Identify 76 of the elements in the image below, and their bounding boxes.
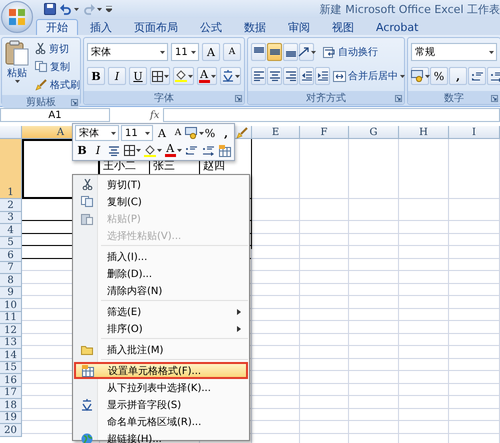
- ribbon-tab[interactable]: 公式: [190, 19, 232, 35]
- percent-button[interactable]: %: [430, 67, 448, 85]
- ribbon-tab[interactable]: 数据: [234, 19, 276, 35]
- comma-style-button[interactable]: ,: [219, 125, 233, 142]
- row-header[interactable]: 7: [0, 262, 22, 274]
- row-header[interactable]: 8: [0, 274, 22, 286]
- menu-item[interactable]: 排序(O): [74, 320, 248, 337]
- row-header[interactable]: 17: [0, 386, 22, 399]
- group-label: 数字: [444, 92, 464, 105]
- row-header[interactable]: 14: [0, 349, 22, 362]
- underline-button[interactable]: U: [129, 67, 147, 85]
- font-color-button[interactable]: A: [197, 67, 218, 85]
- font-size-field[interactable]: 11: [170, 43, 199, 61]
- menu-item[interactable]: 设置单元格格式(F)...: [74, 362, 248, 379]
- font-name-field[interactable]: 宋体: [75, 125, 119, 142]
- bold-button[interactable]: B: [75, 142, 89, 159]
- ribbon-tab[interactable]: 审阅: [278, 19, 320, 35]
- grow-font-button[interactable]: A: [202, 43, 220, 61]
- font-size-field[interactable]: 11: [121, 125, 153, 142]
- window-title: 新建 Microsoft Office Excel 工作表: [320, 2, 500, 16]
- row-header[interactable]: 3: [0, 212, 22, 224]
- row-header[interactable]: 6: [0, 249, 22, 262]
- bold-button[interactable]: B: [87, 67, 105, 85]
- shrink-font-button[interactable]: A: [223, 43, 241, 61]
- menu-item[interactable]: 超链接(H)...: [74, 430, 248, 443]
- row-header[interactable]: 11: [0, 312, 22, 324]
- shrink-font-button[interactable]: A: [171, 125, 185, 142]
- row-header[interactable]: 15: [0, 362, 22, 374]
- percent-button[interactable]: %: [203, 125, 217, 142]
- column-header[interactable]: G: [349, 126, 399, 139]
- group-label: 剪贴板: [26, 96, 56, 109]
- menu-item[interactable]: 筛选(E): [74, 303, 248, 320]
- name-box[interactable]: A1: [0, 108, 110, 122]
- row-header[interactable]: 5: [0, 236, 22, 249]
- menu-item[interactable]: 显示拼音字段(S): [74, 396, 248, 413]
- ribbon-command[interactable]: 格式刷: [32, 76, 83, 93]
- font-name-field[interactable]: 宋体: [87, 43, 168, 61]
- grow-font-button[interactable]: A: [155, 125, 169, 142]
- ribbon-command[interactable]: 剪切: [32, 40, 83, 57]
- ribbon-tab[interactable]: Acrobat: [366, 19, 428, 35]
- comma-style-button[interactable]: ,: [449, 67, 467, 85]
- row-header[interactable]: 9: [0, 286, 22, 299]
- italic-button[interactable]: I: [108, 67, 126, 85]
- ribbon-tab[interactable]: 视图: [322, 19, 364, 35]
- row-header[interactable]: 16: [0, 374, 22, 386]
- ribbon-tab[interactable]: 插入: [80, 19, 122, 35]
- row-header[interactable]: 19: [0, 412, 22, 424]
- group-label: 对齐方式: [306, 92, 346, 105]
- row-header[interactable]: 18: [0, 399, 22, 412]
- font-color-button[interactable]: A: [164, 142, 182, 159]
- insert-function-button[interactable]: fx: [150, 110, 160, 120]
- paste-button[interactable]: 粘贴: [5, 40, 29, 93]
- menu-item[interactable]: 清除内容(N): [74, 282, 248, 299]
- row-header[interactable]: 4: [0, 224, 22, 236]
- menu-item[interactable]: 插入批注(M): [74, 341, 248, 358]
- row-header[interactable]: 10: [0, 299, 22, 312]
- row-header[interactable]: 2: [0, 199, 22, 212]
- ribbon-command[interactable]: 复制: [32, 58, 83, 75]
- row-header[interactable]: 13: [0, 336, 22, 349]
- row-header[interactable]: 1: [0, 139, 22, 199]
- number-format-field[interactable]: 常规: [411, 43, 497, 61]
- menu-item[interactable]: 插入(I)...: [74, 248, 248, 265]
- ribbon-tab[interactable]: 开始: [36, 19, 78, 35]
- row-header[interactable]: 20: [0, 424, 22, 436]
- wrap-text-button[interactable]: 自动换行: [321, 44, 380, 60]
- column-header[interactable]: F: [300, 126, 349, 139]
- ribbon-tab[interactable]: 页面布局: [124, 19, 188, 35]
- menu-item[interactable]: 删除(D)...: [74, 265, 248, 282]
- group-label: 字体: [154, 92, 174, 105]
- menu-item[interactable]: 命名单元格区域(R)...: [74, 413, 248, 430]
- column-header[interactable]: I: [449, 126, 500, 139]
- column-header[interactable]: E: [252, 126, 300, 139]
- row-header[interactable]: 12: [0, 324, 22, 336]
- column-header[interactable]: H: [399, 126, 449, 139]
- menu-item[interactable]: 从下拉列表中选择(K)...: [74, 379, 248, 396]
- merge-center-button[interactable]: 合并后居中: [331, 68, 407, 84]
